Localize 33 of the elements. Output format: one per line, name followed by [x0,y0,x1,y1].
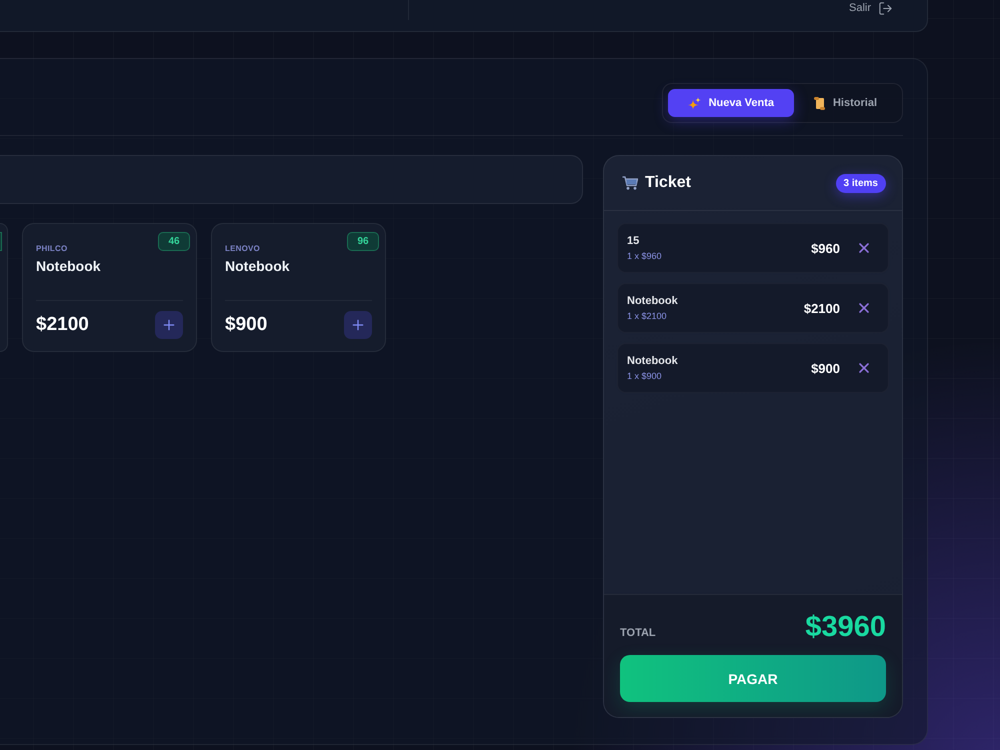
brand-label: LENOVO [225,244,261,254]
item-detail: 1 x $2100 [627,310,668,322]
item-amount: $2100 [804,300,840,316]
product-price: $900 [225,314,268,336]
add-button[interactable] [344,311,372,339]
product-name: Notebook [36,258,102,275]
ticket-title: Ticket [645,174,691,192]
total-amount: $3960 [805,612,886,642]
scroll-icon [814,96,825,110]
item-name: Notebook [627,354,678,368]
total-label: TOTAL [620,627,656,639]
item-amount: $960 [811,240,840,256]
item-name: 15 [627,234,640,248]
item-detail: 1 x $900 [627,370,663,382]
cart-icon [622,176,638,190]
plus-icon [161,317,177,333]
sparkles-icon [688,96,701,110]
count-badge: 3 items [836,174,886,192]
product-price: $2100 [36,314,89,336]
brand-label: PHILCO [36,244,68,254]
logout-icon [878,0,893,16]
logout-button[interactable]: Salir [848,0,893,16]
stock-badge: 46 [158,232,190,251]
item-detail: 1 x $960 [627,250,662,262]
item-amount: $900 [811,360,840,376]
plus-icon [350,317,366,333]
add-button[interactable] [155,311,183,339]
item-name: Notebook [627,294,678,308]
tab[interactable]: Historial [794,89,897,117]
input-field[interactable] [0,155,583,204]
stock-badge: 96 [347,232,379,251]
tab[interactable]: Nueva Venta [668,89,794,117]
product-name: Notebook [225,258,291,275]
